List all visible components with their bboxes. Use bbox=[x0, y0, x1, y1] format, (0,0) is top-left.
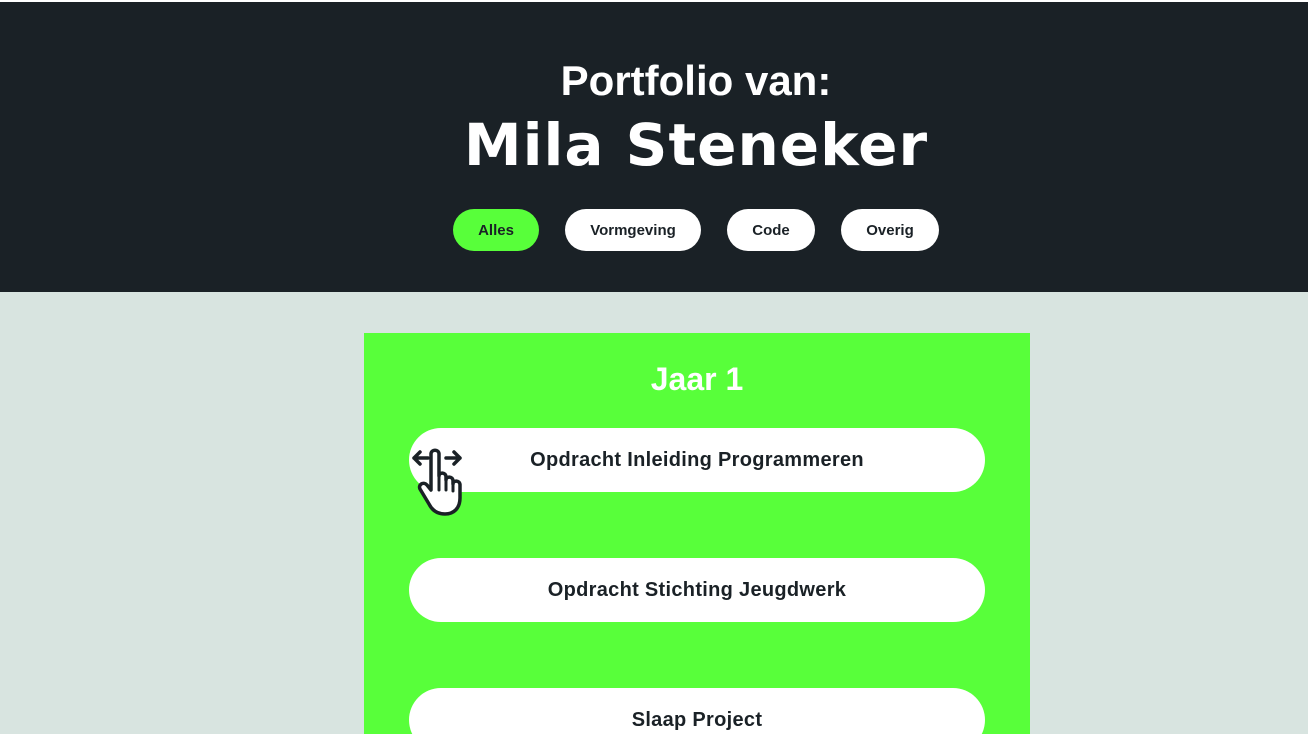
main-content: Jaar 1 Opdracht Inleiding Programmeren O… bbox=[0, 292, 1308, 734]
project-button-stichting-jeugdwerk[interactable]: Opdracht Stichting Jeugdwerk bbox=[409, 558, 985, 622]
filter-button-vormgeving[interactable]: Vormgeving bbox=[565, 209, 701, 251]
year-title: Jaar 1 bbox=[650, 361, 744, 397]
filter-button-overig[interactable]: Overig bbox=[841, 209, 939, 251]
year-section-card: Jaar 1 Opdracht Inleiding Programmeren O… bbox=[364, 333, 1030, 734]
portfolio-owner-name: Mila Steneker bbox=[463, 111, 929, 179]
page-header: Portfolio van: Mila Steneker Alles Vormg… bbox=[0, 2, 1308, 292]
portfolio-subtitle: Portfolio van: bbox=[560, 57, 832, 104]
project-button-inleiding-programmeren[interactable]: Opdracht Inleiding Programmeren bbox=[409, 428, 985, 492]
filter-button-alles[interactable]: Alles bbox=[453, 209, 539, 251]
category-filters: Alles Vormgeving Code Overig bbox=[0, 209, 1308, 251]
filter-button-code[interactable]: Code bbox=[727, 209, 815, 251]
project-button-slaap-project[interactable]: Slaap Project bbox=[409, 688, 985, 734]
